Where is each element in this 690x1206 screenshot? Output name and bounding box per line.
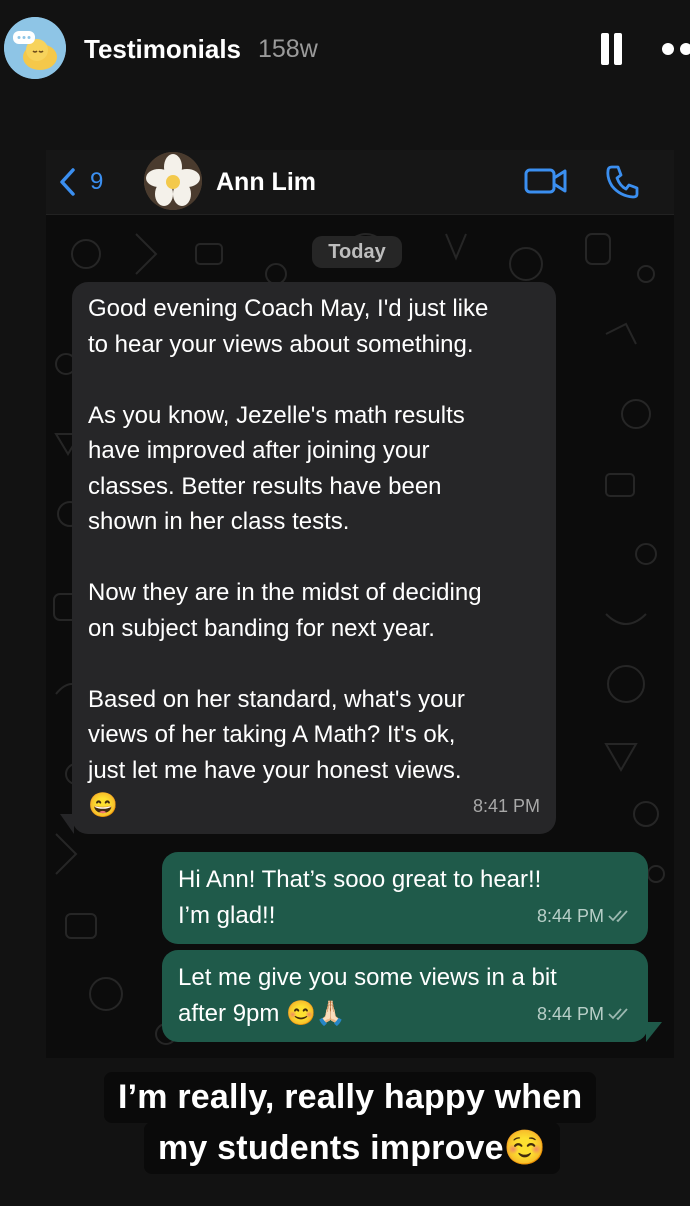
unread-count: 9 (90, 168, 104, 195)
message-text: Hi Ann! That’s sooo great to hear!! I’m … (178, 866, 542, 929)
story-header: Testimonials 158w (0, 0, 690, 100)
date-separator: Today (312, 236, 402, 268)
video-camera-icon (524, 168, 567, 194)
message-time: 8:44 PM (536, 1003, 604, 1024)
bubble-tail (646, 1022, 662, 1042)
chat-screenshot: 9 Ann Lim Today Good evening Coach May, … (46, 150, 674, 1058)
double-check-icon (608, 910, 628, 923)
phone-icon (606, 165, 639, 199)
message-time: 8:44 PM (536, 905, 604, 926)
incoming-message[interactable]: Good evening Coach May, I'd just like to… (72, 282, 556, 834)
message-meta: 8:44 PM (537, 997, 632, 1033)
more-dots-icon[interactable] (658, 41, 690, 57)
back-button[interactable]: 9 (58, 164, 103, 200)
double-check-icon (608, 1008, 628, 1021)
story-title[interactable]: Testimonials (84, 34, 241, 65)
chat-header: 9 Ann Lim (46, 150, 674, 215)
chevron-left-icon (60, 168, 75, 196)
story-age: 158w (258, 35, 318, 63)
chick-icon (4, 17, 66, 79)
contact-name[interactable]: Ann Lim (216, 168, 316, 197)
video-call-button[interactable] (524, 166, 568, 201)
outgoing-message[interactable]: Let me give you some views in a bit afte… (162, 950, 648, 1042)
message-meta: 8:44 PM (537, 899, 632, 935)
story-caption-line-1: I’m really, really happy when (104, 1072, 597, 1123)
story-avatar[interactable] (4, 17, 66, 79)
outgoing-message[interactable]: Hi Ann! That’s sooo great to hear!! I’m … (162, 852, 648, 944)
pause-icon[interactable] (598, 33, 624, 65)
message-text: Good evening Coach May, I'd just like to… (88, 295, 489, 819)
message-time: 8:41 PM (472, 795, 540, 816)
contact-avatar[interactable] (144, 152, 202, 210)
story-caption-line-2: my students improve☺️ (144, 1122, 561, 1174)
voice-call-button[interactable] (604, 164, 640, 205)
frangipani-flower-icon (144, 152, 202, 210)
message-text: Let me give you some views in a bit afte… (178, 964, 557, 1027)
